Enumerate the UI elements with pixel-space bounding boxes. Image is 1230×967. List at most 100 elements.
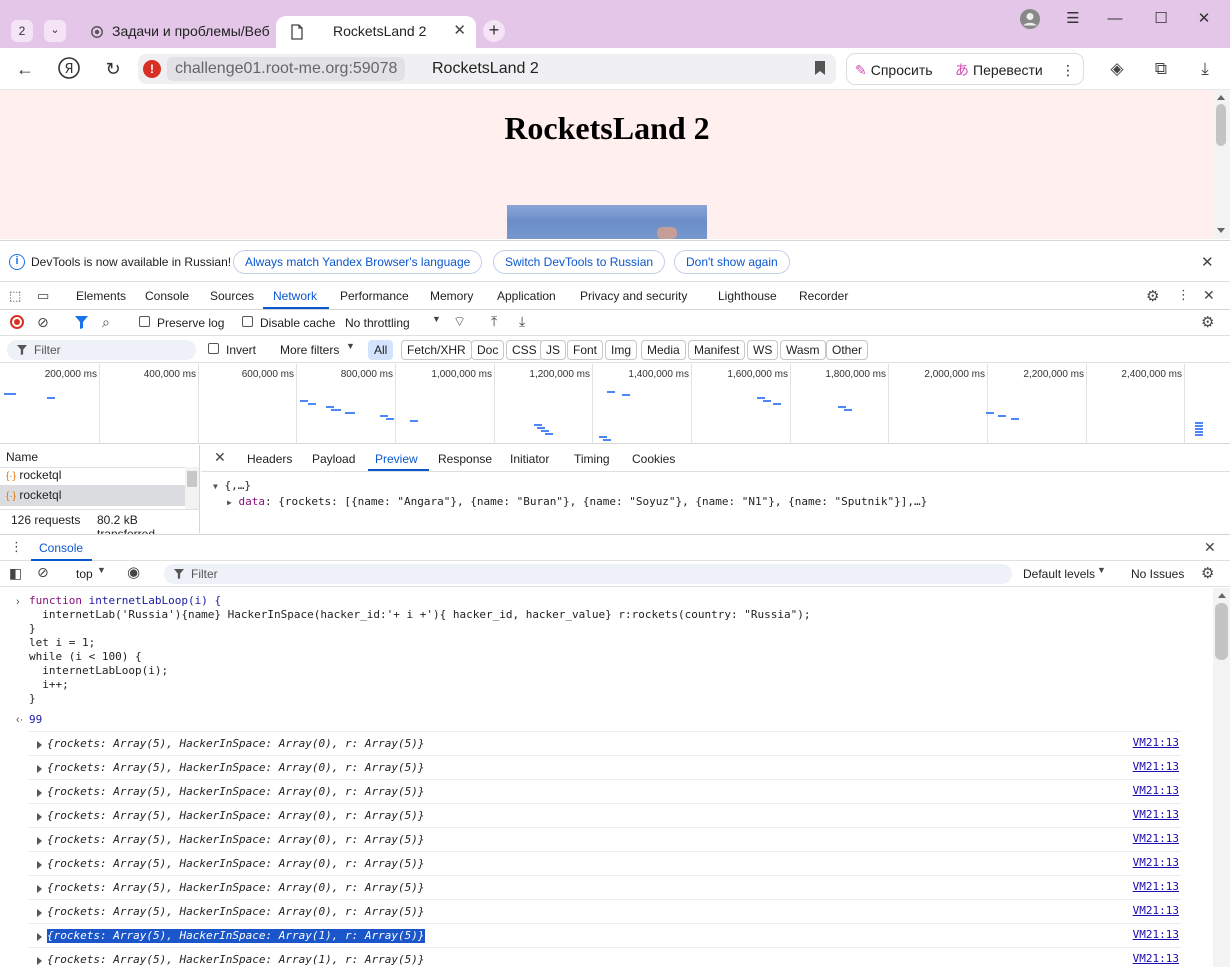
tab-count-button[interactable]: 2 <box>11 20 33 42</box>
tab-initiator[interactable]: Initiator <box>510 451 549 467</box>
close-detail-icon[interactable]: ✕ <box>214 449 226 466</box>
profile-icon[interactable] <box>1018 8 1042 32</box>
clear-console-icon[interactable]: ⊘ <box>37 564 49 581</box>
stop-recording-icon[interactable] <box>10 315 24 329</box>
close-tab-icon[interactable]: ✕ <box>453 16 466 46</box>
tab-elements[interactable]: Elements <box>76 289 126 304</box>
type-filter-media[interactable]: Media <box>641 340 686 360</box>
network-conditions-icon[interactable]: ⌔ <box>453 313 466 331</box>
ask-button[interactable]: ✎ Спросить <box>855 60 933 80</box>
source-link[interactable]: VM21:13 <box>1133 832 1179 845</box>
settings-gear-icon[interactable]: ⚙ <box>1146 287 1159 305</box>
console-input-line[interactable]: internetLabLoop(i); <box>29 664 168 678</box>
type-filter-doc[interactable]: Doc <box>471 340 505 360</box>
console-input-line[interactable]: while (i < 100) { <box>29 650 142 664</box>
minimize-icon[interactable]: — <box>1103 8 1127 32</box>
console-input-line[interactable]: } <box>29 622 36 636</box>
source-link[interactable]: VM21:13 <box>1133 760 1179 773</box>
translate-button[interactable]: あ Перевести <box>955 60 1043 80</box>
throttling-select[interactable]: No throttling <box>345 315 410 331</box>
issues-status[interactable]: No Issues <box>1131 566 1184 582</box>
tab-cookies[interactable]: Cookies <box>632 451 675 467</box>
tab-headers[interactable]: Headers <box>247 451 292 467</box>
type-filter-img[interactable]: Img <box>605 340 638 360</box>
tab-console[interactable]: Console <box>145 289 189 304</box>
console-input-line[interactable]: let i = 1; <box>29 636 95 650</box>
request-list-scroll-thumb[interactable] <box>187 471 197 487</box>
address-bar[interactable]: ! challenge01.root-me.org:59078 RocketsL… <box>138 54 836 84</box>
export-har-icon[interactable]: ⤓ <box>519 313 525 330</box>
reload-icon[interactable]: ↻ <box>100 56 126 82</box>
live-expression-eye-icon[interactable]: ◉ <box>127 563 140 581</box>
expand-object-icon[interactable] <box>37 909 42 917</box>
tab-memory[interactable]: Memory <box>430 289 473 304</box>
collapse-triangle-icon[interactable]: ▶ <box>227 498 232 507</box>
console-log-row[interactable]: {rockets: Array(5), HackerInSpace: Array… <box>29 923 1181 947</box>
source-link[interactable]: VM21:13 <box>1133 928 1179 941</box>
console-input-line[interactable]: } <box>29 692 36 706</box>
always-match-language-button[interactable]: Always match Yandex Browser's language <box>233 250 483 274</box>
console-input-line[interactable]: function internetLabLoop(i) { <box>29 594 221 608</box>
type-filter-other[interactable]: Other <box>826 340 869 360</box>
expand-object-icon[interactable] <box>37 813 42 821</box>
expand-object-icon[interactable] <box>37 741 42 749</box>
tab-recorder[interactable]: Recorder <box>799 289 848 304</box>
downloads-icon[interactable]: ⤓ <box>1193 58 1217 82</box>
tab-rocketsland[interactable]: RocketsLand 2 ✕ <box>276 16 476 48</box>
clear-icon[interactable]: ⊘ <box>37 314 49 331</box>
network-overview-timeline[interactable]: 200,000 ms 400,000 ms 600,000 ms 800,000… <box>0 364 1230 444</box>
console-log-object[interactable]: {rockets: Array(5), HackerInSpace: Array… <box>47 953 425 967</box>
source-link[interactable]: VM21:13 <box>1133 880 1179 893</box>
console-log-object[interactable]: {rockets: Array(5), HackerInSpace: Array… <box>47 881 425 895</box>
back-arrow-icon[interactable]: ← <box>12 56 38 82</box>
console-log-row[interactable]: {rockets: Array(5), HackerInSpace: Array… <box>29 851 1181 875</box>
expand-object-icon[interactable] <box>37 957 42 965</box>
expand-object-icon[interactable] <box>37 933 42 941</box>
tab-application[interactable]: Application <box>497 289 556 304</box>
tab-timing[interactable]: Timing <box>574 451 610 467</box>
not-secure-warning-icon[interactable]: ! <box>143 60 161 78</box>
type-filter-ws[interactable]: WS <box>747 340 779 360</box>
preview-root[interactable]: ▼ {,…} <box>213 478 251 495</box>
url-host[interactable]: challenge01.root-me.org:59078 <box>167 57 406 81</box>
tab-preview[interactable]: Preview <box>375 451 418 467</box>
expand-object-icon[interactable] <box>37 765 42 773</box>
type-filter-all[interactable]: All <box>368 340 394 360</box>
close-drawer-icon[interactable]: ✕ <box>1204 539 1216 556</box>
context-select[interactable]: top <box>76 566 93 582</box>
switch-devtools-russian-button[interactable]: Switch DevTools to Russian <box>493 250 666 274</box>
tab-network[interactable]: Network <box>273 289 317 304</box>
console-log-object[interactable]: {rockets: Array(5), HackerInSpace: Array… <box>47 857 425 871</box>
type-filter-manifest[interactable]: Manifest <box>688 340 746 360</box>
source-link[interactable]: VM21:13 <box>1133 952 1179 965</box>
log-levels-select[interactable]: Default levels <box>1023 566 1095 582</box>
console-log-object[interactable]: {rockets: Array(5), HackerInSpace: Array… <box>47 809 425 823</box>
tab-list-chevron-icon[interactable]: ⌄ <box>44 20 66 42</box>
console-log-row[interactable]: {rockets: Array(5), HackerInSpace: Array… <box>29 731 1181 755</box>
type-filter-fetch-xhr[interactable]: Fetch/XHR <box>401 340 472 360</box>
log-levels-chevron-icon[interactable]: ▼ <box>1097 565 1106 575</box>
more-filters-chevron-icon[interactable]: ▼ <box>346 341 355 351</box>
source-link[interactable]: VM21:13 <box>1133 904 1179 917</box>
tab-response[interactable]: Response <box>438 451 492 467</box>
maximize-icon[interactable]: ☐ <box>1149 8 1173 32</box>
expand-triangle-icon[interactable]: ▼ <box>213 482 218 491</box>
bookmark-icon[interactable] <box>814 60 826 76</box>
tab-lighthouse[interactable]: Lighthouse <box>718 289 777 304</box>
console-settings-icon[interactable]: ⚙ <box>1201 564 1214 582</box>
import-har-icon[interactable]: ⤒ <box>491 313 497 330</box>
tab-performance[interactable]: Performance <box>340 289 409 304</box>
device-toolbar-icon[interactable]: ▭ <box>37 288 49 304</box>
console-scroll-up-icon[interactable] <box>1218 593 1226 598</box>
request-row-selected[interactable]: {·} rocketql <box>0 485 185 506</box>
extensions-diamond-icon[interactable]: ◈ <box>1105 58 1129 82</box>
expand-object-icon[interactable] <box>37 789 42 797</box>
console-input-line[interactable]: i++; <box>29 678 69 692</box>
source-link[interactable]: VM21:13 <box>1133 736 1179 749</box>
context-chevron-icon[interactable]: ▼ <box>97 565 106 575</box>
yandex-logo-icon[interactable]: Я <box>56 56 82 82</box>
sidebar-toggle-icon[interactable]: ◧ <box>9 565 22 582</box>
console-input-line[interactable]: internetLab('Russia'){name} HackerInSpac… <box>29 608 810 622</box>
collections-icon[interactable]: ⧉ <box>1149 58 1173 82</box>
type-filter-font[interactable]: Font <box>567 340 604 360</box>
